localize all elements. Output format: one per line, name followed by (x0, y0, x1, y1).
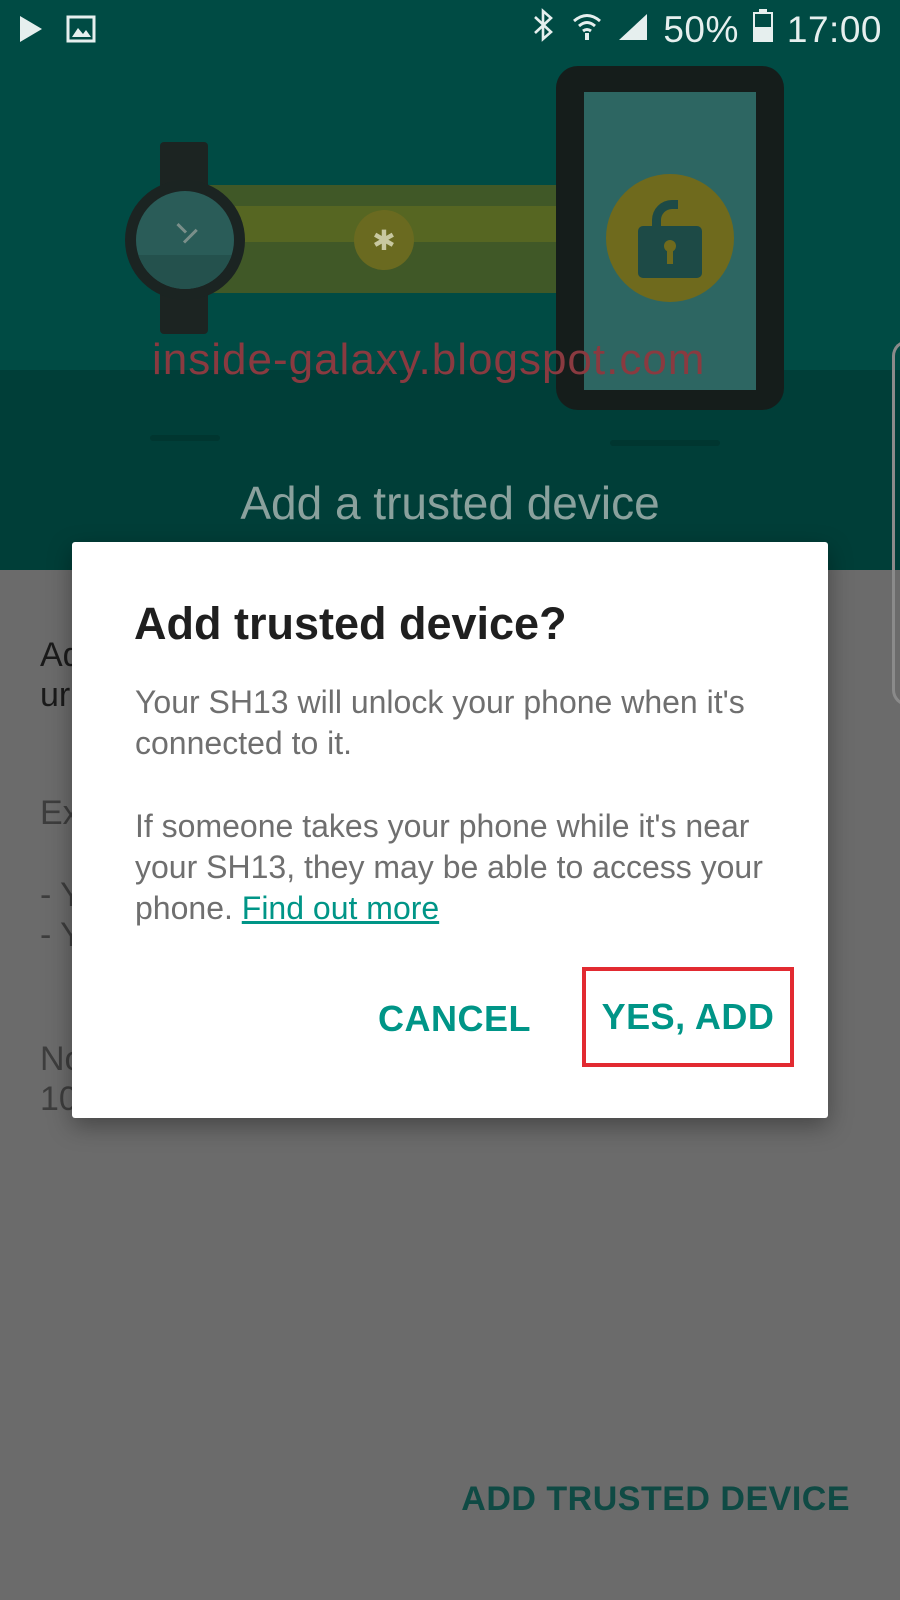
battery-percent: 50% (663, 8, 739, 50)
wifi-icon (571, 9, 603, 51)
add-trusted-device-button[interactable]: ADD TRUSTED DEVICE (461, 1480, 850, 1519)
watch-shadow (150, 435, 220, 441)
dialog-warning: If someone takes your phone while it's n… (135, 806, 775, 929)
clock: 17:00 (786, 8, 882, 50)
watermark: inside-galaxy.blogspot.com (152, 335, 706, 384)
yes-add-label: YES, ADD (601, 996, 775, 1037)
bluetooth-icon (531, 8, 557, 51)
watch-dial (136, 191, 234, 289)
battery-icon (752, 8, 773, 51)
add-trusted-device-dialog: Add trusted device? Your SH13 will unloc… (72, 542, 828, 1118)
signal-icon (617, 9, 649, 51)
cancel-button[interactable]: CANCEL (378, 998, 531, 1040)
bluetooth-badge-icon: ✱ (354, 210, 414, 270)
edge-panel-handle[interactable] (892, 340, 900, 706)
background-heading-line2: ur (40, 676, 71, 714)
header-illustration: ✱ inside-galaxy.blogspot.com Add a trust… (0, 0, 900, 570)
page-title: Add a trusted device (240, 477, 660, 529)
dialog-title: Add trusted device? (134, 598, 567, 649)
dialog-message: Your SH13 will unlock your phone when it… (135, 684, 745, 761)
status-bar: 50% 17:00 (0, 0, 900, 60)
find-out-more-link[interactable]: Find out more (242, 890, 439, 926)
phone-shadow (610, 440, 720, 446)
yes-add-button[interactable]: YES, ADD (582, 967, 794, 1067)
dialog-warning-text: If someone takes your phone while it's n… (135, 808, 763, 926)
image-icon (66, 15, 96, 48)
play-store-icon (18, 14, 44, 49)
